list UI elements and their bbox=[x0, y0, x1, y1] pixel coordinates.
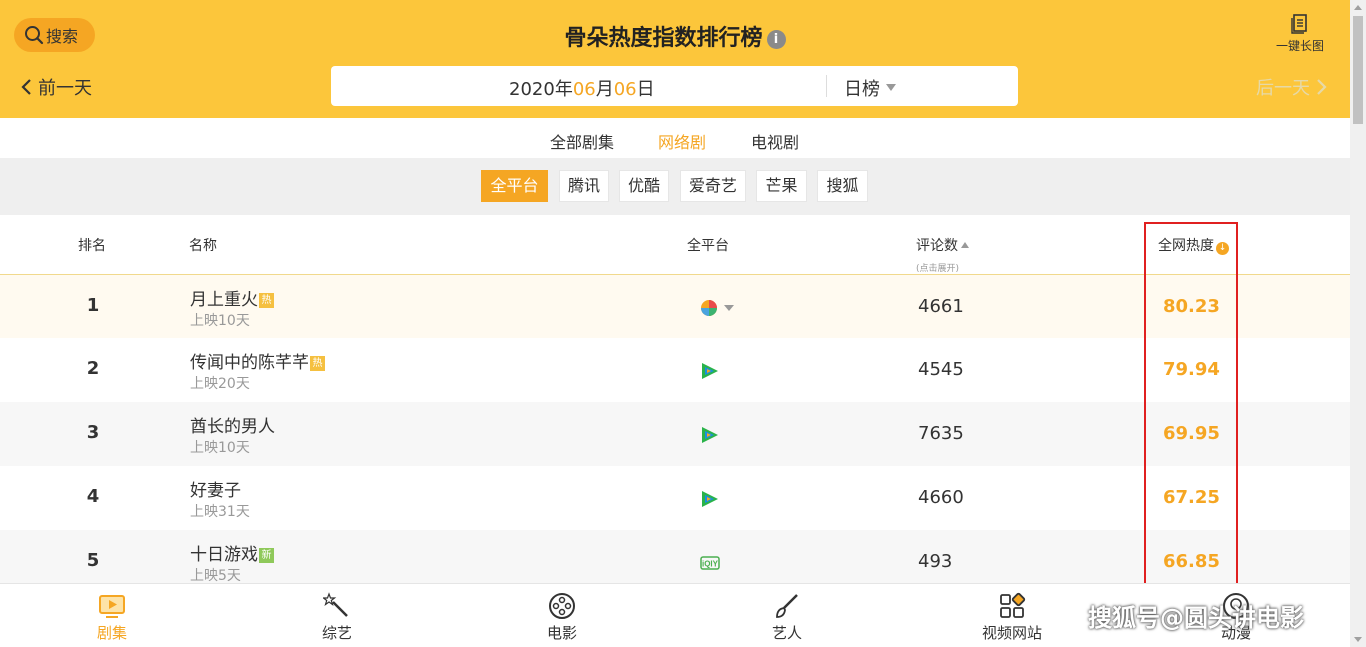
nav-artists-label: 艺人 bbox=[771, 624, 802, 642]
hot-badge: 热 bbox=[259, 293, 274, 308]
row-title-text: 传闻中的陈芊芊 bbox=[190, 353, 309, 373]
header-name: 名称 bbox=[189, 238, 217, 254]
platform-all-button[interactable]: 全平台 bbox=[481, 170, 548, 202]
row-title-text: 好妻子 bbox=[190, 481, 241, 501]
row-rank: 3 bbox=[86, 422, 100, 443]
brush-icon bbox=[776, 594, 798, 618]
sort-up-icon bbox=[961, 242, 969, 248]
row-rank: 1 bbox=[86, 295, 100, 316]
row-comments: 493 bbox=[918, 551, 953, 572]
row-days: 上映10天 bbox=[190, 313, 250, 329]
prev-day-label: 前一天 bbox=[38, 78, 92, 99]
header-rank: 排名 bbox=[78, 238, 106, 254]
platform-filter: 全平台 腾讯 优酷 爱奇艺 芒果 搜狐 bbox=[0, 158, 1350, 215]
row-days: 上映5天 bbox=[190, 568, 241, 583]
scrollbar[interactable] bbox=[1350, 0, 1366, 647]
platform-mango-button[interactable]: 芒果 bbox=[756, 170, 807, 202]
heat-column-highlight bbox=[1144, 222, 1238, 586]
nav-video-sites-label: 视频网站 bbox=[981, 624, 1042, 642]
overlay-watermark-text: 搜狐号@圆头讲电影 bbox=[1088, 604, 1304, 632]
nav-variety-label: 综艺 bbox=[321, 624, 352, 642]
date-day: 06 bbox=[613, 79, 637, 100]
long-image-button[interactable]: 一键长图 bbox=[1268, 14, 1332, 54]
nav-movies-label: 电影 bbox=[546, 624, 577, 642]
date-display: 2020年06月06日 bbox=[509, 75, 655, 101]
page-title: 骨朵热度指数排行榜 i bbox=[0, 20, 1350, 52]
header-bar: 搜索 骨朵热度指数排行榜 i 一键长图 前一天 2020年06月06日 日榜 后一… bbox=[0, 0, 1350, 118]
row-title-text: 酋长的男人 bbox=[190, 417, 275, 437]
row-title[interactable]: 十日游戏新 bbox=[190, 540, 274, 565]
date-year: 2020 bbox=[509, 79, 555, 100]
next-day-label: 后一天 bbox=[1256, 78, 1310, 99]
header-comments-label: 评论数 bbox=[916, 238, 958, 254]
date-separator bbox=[826, 75, 827, 97]
nav-variety[interactable]: 综艺 bbox=[297, 592, 377, 643]
platform-youku-button[interactable]: 优酷 bbox=[619, 170, 669, 202]
caret-down-icon bbox=[886, 84, 896, 91]
nav-movies[interactable]: 电影 bbox=[522, 592, 602, 643]
rank-type-label: 日榜 bbox=[844, 79, 880, 100]
platform-iqiyi-button[interactable]: 爱奇艺 bbox=[680, 170, 746, 202]
film-reel-icon bbox=[549, 593, 575, 619]
row-rank: 4 bbox=[86, 486, 100, 507]
row-comments: 4545 bbox=[918, 359, 964, 380]
row-title-text: 十日游戏 bbox=[190, 545, 258, 565]
row-comments: 7635 bbox=[918, 423, 964, 444]
tab-web-series[interactable]: 网络剧 bbox=[658, 129, 707, 162]
row-rank: 2 bbox=[86, 358, 100, 379]
date-selector[interactable]: 2020年06月06日 日榜 bbox=[331, 66, 1018, 106]
tencent-video-icon[interactable] bbox=[700, 426, 720, 448]
tab-all-series[interactable]: 全部剧集 bbox=[550, 129, 614, 153]
nav-video-sites[interactable]: 视频网站 bbox=[972, 592, 1052, 643]
chevron-right-icon bbox=[1317, 79, 1327, 95]
date-day-unit: 日 bbox=[636, 79, 655, 100]
row-days: 上映31天 bbox=[190, 504, 250, 520]
svg-text:iQIY: iQIY bbox=[702, 560, 719, 569]
row-title[interactable]: 传闻中的陈芊芊热 bbox=[190, 348, 325, 373]
row-comments: 4661 bbox=[918, 296, 964, 317]
header-comments[interactable]: 评论数 bbox=[916, 235, 969, 255]
row-title-text: 月上重火 bbox=[190, 290, 258, 310]
scroll-thumb[interactable] bbox=[1353, 16, 1363, 124]
nav-artists[interactable]: 艺人 bbox=[747, 592, 827, 643]
tencent-video-icon[interactable] bbox=[700, 362, 720, 384]
row-rank: 5 bbox=[86, 550, 100, 571]
row-days: 上映10天 bbox=[190, 440, 250, 456]
platform-sohu-button[interactable]: 搜狐 bbox=[817, 170, 868, 202]
next-day-button[interactable]: 后一天 bbox=[1256, 74, 1328, 100]
grid-icon bbox=[1000, 592, 1026, 618]
info-icon[interactable]: i bbox=[766, 30, 786, 49]
row-days: 上映20天 bbox=[190, 376, 250, 392]
iqiyi-icon[interactable]: iQIY bbox=[700, 554, 720, 576]
date-year-unit: 年 bbox=[554, 79, 573, 100]
nav-series[interactable]: 剧集 bbox=[72, 592, 152, 643]
tv-icon bbox=[99, 595, 125, 618]
multi-platform-icon[interactable] bbox=[700, 299, 740, 321]
platform-tencent-button[interactable]: 腾讯 bbox=[559, 170, 609, 202]
scroll-up-arrow-icon[interactable] bbox=[1354, 5, 1362, 10]
header-comments-hint: (点击展开) bbox=[916, 264, 960, 274]
tab-tv-series[interactable]: 电视剧 bbox=[751, 129, 799, 153]
date-month: 06 bbox=[572, 79, 596, 100]
row-comments: 4660 bbox=[918, 487, 964, 508]
row-title[interactable]: 酋长的男人 bbox=[190, 412, 275, 437]
hot-badge: 热 bbox=[310, 356, 325, 371]
category-tabs: 全部剧集 网络剧 电视剧 bbox=[0, 118, 1350, 162]
new-badge: 新 bbox=[259, 548, 274, 563]
page-title-text: 骨朵热度指数排行榜 bbox=[564, 26, 763, 51]
date-month-unit: 月 bbox=[595, 79, 614, 100]
header-platform: 全平台 bbox=[687, 238, 729, 254]
rank-type-dropdown[interactable]: 日榜 bbox=[844, 75, 896, 101]
document-icon bbox=[1291, 14, 1307, 34]
magic-wand-icon bbox=[323, 592, 348, 617]
nav-series-label: 剧集 bbox=[96, 624, 127, 642]
long-image-label: 一键长图 bbox=[1275, 39, 1324, 53]
prev-day-button[interactable]: 前一天 bbox=[20, 74, 92, 100]
row-title[interactable]: 好妻子 bbox=[190, 476, 241, 501]
scroll-down-arrow-icon[interactable] bbox=[1354, 637, 1362, 642]
row-title[interactable]: 月上重火热 bbox=[190, 285, 274, 310]
tencent-video-icon[interactable] bbox=[700, 490, 720, 512]
chevron-left-icon bbox=[21, 79, 31, 95]
